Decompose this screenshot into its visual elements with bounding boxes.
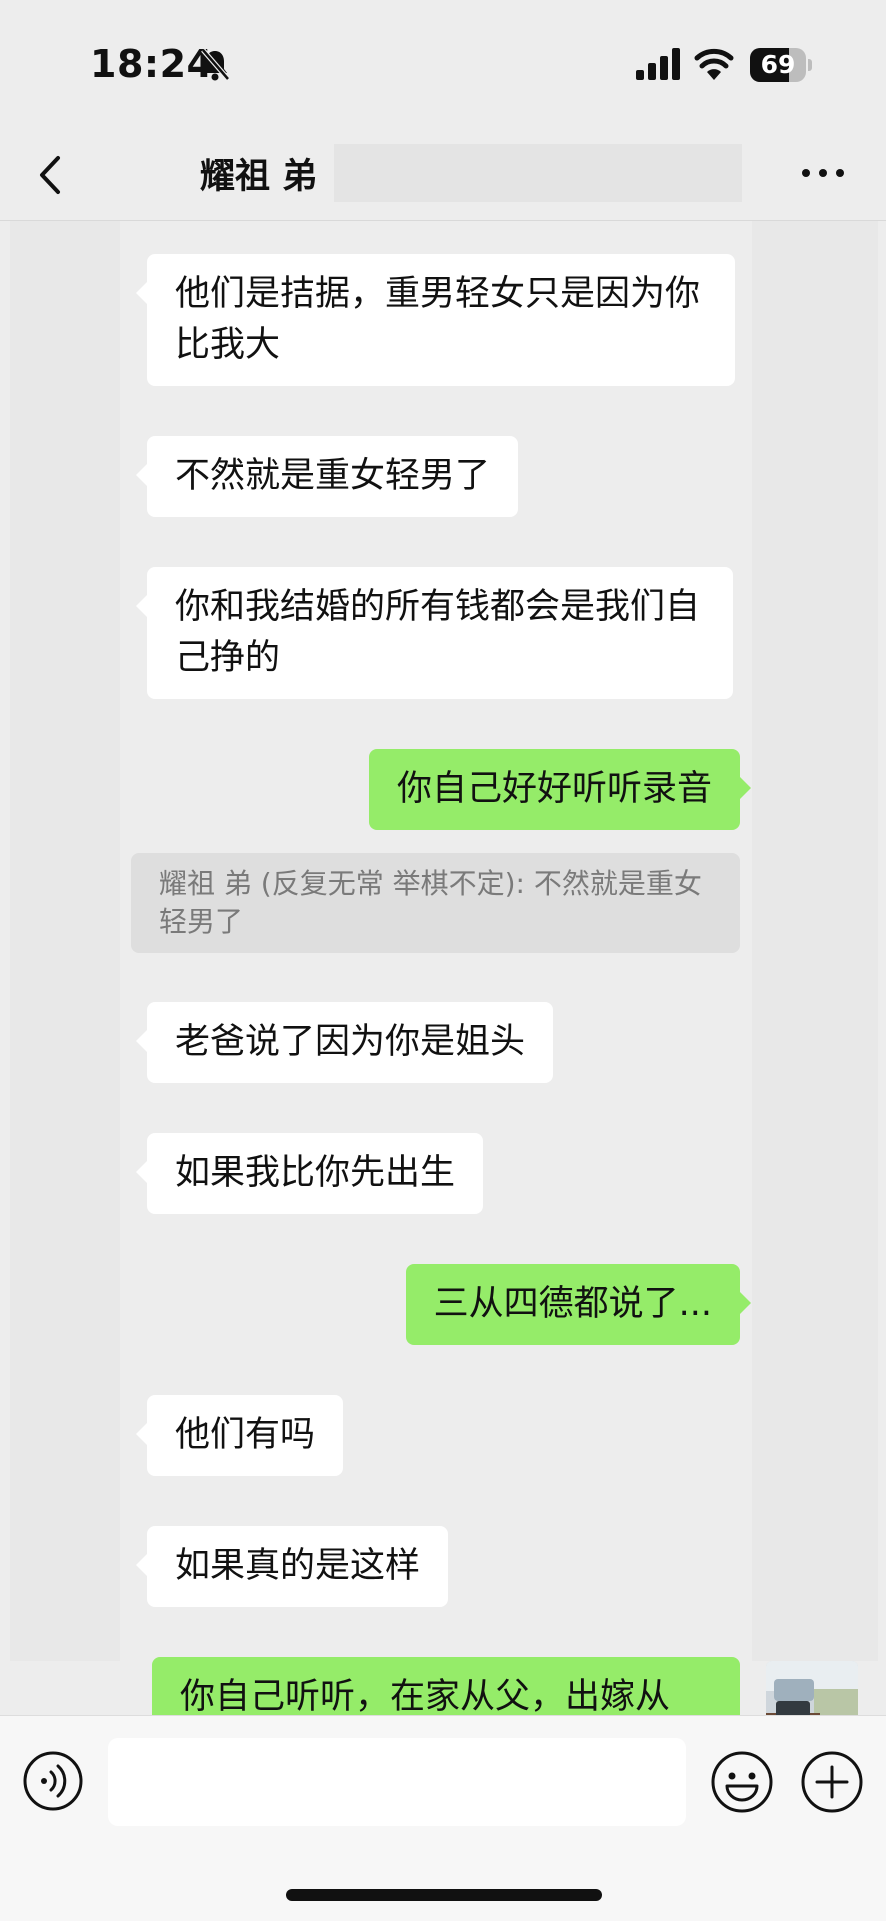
signal-icon <box>636 48 680 80</box>
redacted-avatar-column <box>10 221 120 1661</box>
message-input[interactable] <box>108 1738 686 1826</box>
message-bubble-incoming[interactable]: 他们是拮据，重男轻女只是因为你比我大 <box>136 254 735 386</box>
redacted-avatar-column <box>752 221 878 1661</box>
avatar[interactable] <box>766 1661 858 1715</box>
voice-icon[interactable] <box>22 1750 84 1812</box>
message-bubble-incoming[interactable]: 如果我比你先出生 <box>135 1133 484 1214</box>
message-bubble-incoming[interactable]: 你和我结婚的所有钱都会是我们自己挣的 <box>136 567 733 699</box>
message-bubble-incoming[interactable]: 老爸说了因为你是姐头 <box>135 1002 554 1083</box>
message-bubble-outgoing[interactable]: 你自己听听，在家从父，出嫁从 <box>152 1657 740 1715</box>
back-chevron-icon[interactable] <box>30 150 70 200</box>
emoji-icon[interactable] <box>710 1750 774 1814</box>
nav-bar: 耀祖 弟 <box>0 130 886 221</box>
status-time: 18:24 <box>90 42 214 86</box>
battery-icon: 69 <box>750 48 812 82</box>
plus-icon[interactable] <box>800 1750 864 1814</box>
more-dots-icon[interactable] <box>798 158 848 188</box>
message-bubble-incoming[interactable]: 不然就是重女轻男了 <box>135 436 519 517</box>
quoted-message[interactable]: 耀祖 弟 (反复无常 举棋不定): 不然就是重女轻男了 <box>131 853 740 953</box>
chat-area[interactable]: 他们是拮据，重男轻女只是因为你比我大 不然就是重女轻男了 你和我结婚的所有钱都会… <box>0 221 886 1715</box>
message-bubble-outgoing[interactable]: 你自己好好听听录音 <box>368 749 752 830</box>
message-bubble-outgoing[interactable]: 三从四德都说了... <box>405 1264 752 1345</box>
message-bubble-incoming[interactable]: 如果真的是这样 <box>135 1526 449 1607</box>
home-indicator[interactable] <box>286 1889 602 1901</box>
bell-slash-icon <box>201 48 230 81</box>
battery-level: 69 <box>760 50 796 79</box>
message-bubble-incoming[interactable]: 他们有吗 <box>135 1395 344 1476</box>
wifi-icon <box>694 48 734 80</box>
redacted-region <box>334 144 742 202</box>
chat-title: 耀祖 弟 <box>200 157 318 197</box>
status-bar: 18:24 69 <box>0 0 886 130</box>
